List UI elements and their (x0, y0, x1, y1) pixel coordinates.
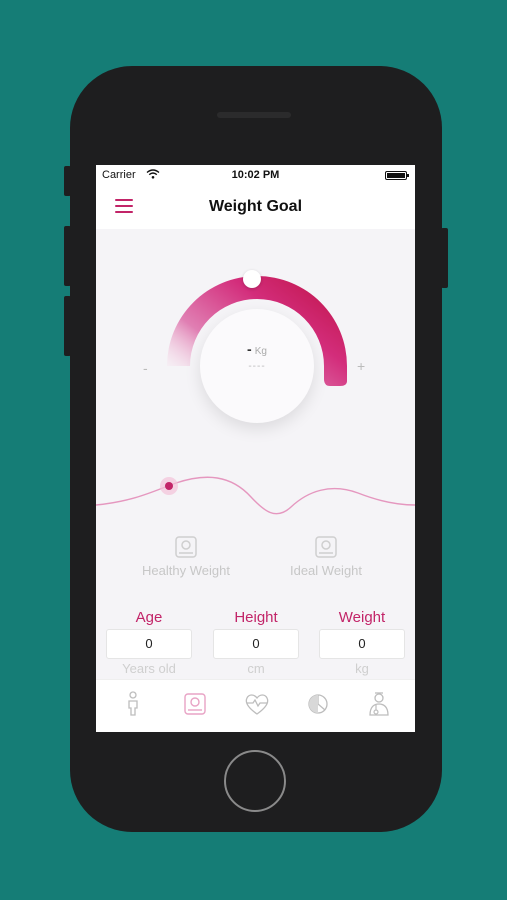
dial-plus-label[interactable]: + (357, 358, 365, 374)
healthy-weight-label: Healthy Weight (142, 563, 230, 578)
dial-value: - Kg (200, 341, 314, 357)
scale-icon (315, 536, 337, 558)
age-input[interactable]: 0 (106, 629, 192, 659)
dial-center: - Kg ---- (200, 309, 314, 423)
pie-chart-icon (308, 694, 328, 714)
dial-unit: Kg (254, 346, 267, 357)
age-unit: Years old (122, 661, 176, 676)
volume-down-button (64, 296, 71, 356)
height-unit: cm (247, 661, 265, 676)
ideal-weight-option[interactable]: Ideal Weight (276, 533, 376, 578)
heartbeat-icon (245, 694, 269, 715)
navigation-bar: Weight Goal (96, 185, 415, 229)
earpiece-speaker (217, 112, 291, 118)
ideal-weight-label: Ideal Weight (289, 563, 363, 578)
tab-body[interactable] (118, 690, 148, 718)
doctor-icon (369, 692, 389, 716)
weight-dial[interactable]: - Kg ---- (152, 261, 360, 446)
tab-bar (96, 679, 415, 732)
app-screen: Carrier 10:02 PM Weight Goal - Kg ---- -… (96, 165, 415, 732)
height-input[interactable]: 0 (213, 629, 299, 659)
tab-weight-goal[interactable] (180, 690, 210, 718)
weight-label: Weight (338, 609, 386, 626)
status-bar: Carrier 10:02 PM (96, 165, 415, 185)
tab-doctor[interactable] (364, 690, 394, 718)
person-icon (128, 691, 138, 716)
age-label: Age (135, 609, 163, 626)
home-button[interactable] (224, 750, 286, 812)
healthy-weight-option[interactable]: Healthy Weight (136, 533, 236, 578)
weight-input[interactable]: 0 (319, 629, 405, 659)
tab-heart-rate[interactable] (242, 690, 272, 718)
weight-mode-options: Healthy Weight Ideal Weight (96, 533, 415, 593)
scale-icon (175, 536, 197, 558)
body-metrics-form: Age 0 Years old Height 0 cm Weight 0 kg (96, 608, 415, 678)
age-field: Age 0 Years old (106, 608, 192, 676)
dial-value-text: - (247, 341, 252, 357)
scale-icon (184, 693, 206, 715)
weight-unit: kg (355, 661, 369, 676)
weight-wave-graph (96, 476, 415, 515)
battery-icon (385, 171, 409, 180)
power-button (441, 228, 448, 288)
height-field: Height 0 cm (213, 608, 299, 676)
tab-statistics[interactable] (303, 690, 333, 718)
volume-up-button (64, 226, 71, 286)
page-title: Weight Goal (208, 198, 303, 215)
dial-minus-label[interactable]: - (143, 360, 148, 376)
status-time: 10:02 PM (231, 169, 280, 181)
mute-switch (64, 166, 71, 196)
height-label: Height (234, 609, 278, 626)
weight-field: Weight 0 kg (319, 608, 405, 676)
dial-placeholder: ---- (248, 361, 266, 372)
dial-knob[interactable] (243, 270, 261, 288)
